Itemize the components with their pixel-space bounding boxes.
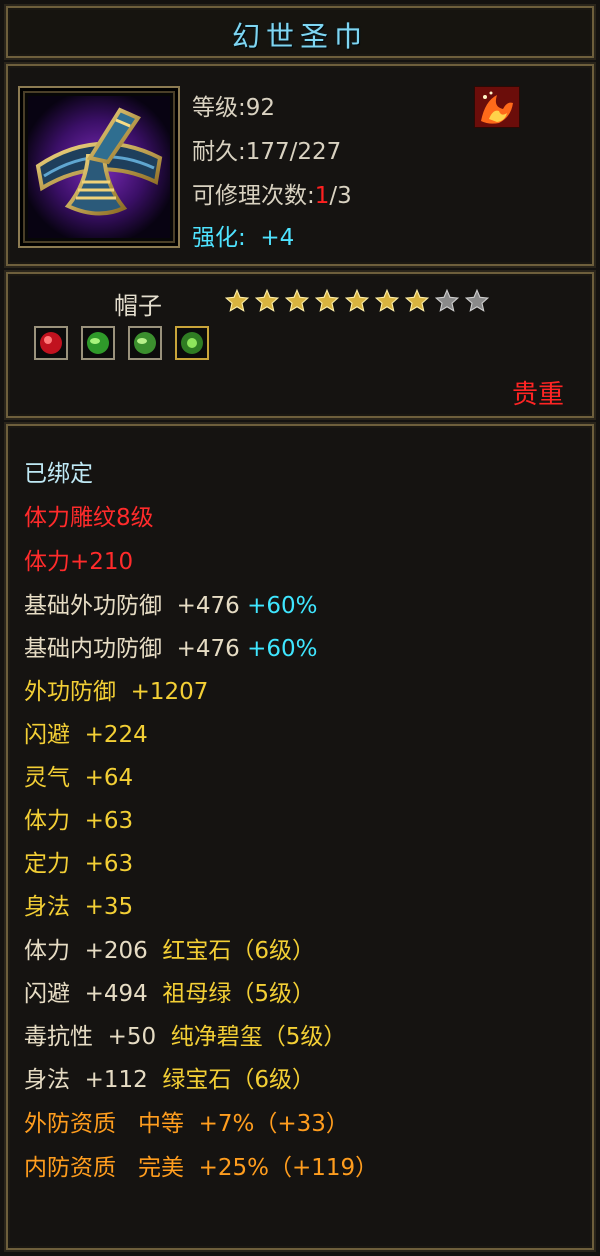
gem-slot-2[interactable]	[81, 326, 116, 360]
star-filled-icon	[254, 288, 280, 312]
attr-line: 灵气 +64	[24, 765, 134, 791]
enhance-label: 强化:	[192, 225, 246, 251]
engraving-line: 体力雕纹8级	[24, 505, 154, 531]
star-empty-icon	[434, 288, 460, 312]
repair-total: /3	[329, 183, 352, 209]
gem-slot-1[interactable]	[34, 326, 68, 360]
info-panel: 等级:92 耐久:177/227 可修理次数:1/3 强化: +4	[6, 64, 594, 266]
item-tooltip: 幻世圣巾 等级:92 耐久:177/227 可修理次数:1/3 强化: +4 帽…	[0, 0, 600, 1256]
star-filled-icon	[314, 288, 340, 312]
enhance-value: +4	[260, 225, 295, 251]
durability-label: 耐久	[192, 139, 238, 165]
gem-attr-line: 身法 +112 绿宝石（6级）	[24, 1067, 316, 1093]
gem-slot-4[interactable]	[175, 326, 210, 360]
green-gem-icon	[87, 332, 110, 354]
fire-buff-icon[interactable]	[474, 86, 520, 128]
durability-value: 177/227	[245, 139, 342, 165]
level-label: 等级	[192, 95, 238, 121]
attr-line: 定力 +63	[24, 851, 134, 877]
star-filled-icon	[224, 288, 250, 312]
item-icon-frame[interactable]	[18, 86, 180, 248]
gem-slots	[34, 326, 217, 364]
star-filled-icon	[344, 288, 370, 312]
repair-used: 1	[314, 183, 330, 209]
rarity-label: 贵重	[511, 380, 564, 410]
attr-line: 闪避 +224	[24, 722, 148, 748]
enhance-stat: 强化: +4	[192, 218, 294, 252]
bound-status: 已绑定	[24, 461, 93, 487]
flame-icon	[481, 91, 513, 124]
attr-line: 基础内功防御 +476 +60%	[24, 636, 318, 662]
green-gem-icon	[134, 332, 157, 354]
star-filled-icon	[284, 288, 310, 312]
attr-line: 基础外功防御 +476 +60%	[24, 593, 318, 619]
attr-line: 身法 +35	[24, 894, 134, 920]
attr-line: 外功防御 +1207	[24, 679, 209, 705]
attr-line: 体力 +63	[24, 808, 134, 834]
gem-attr-line: 体力 +206 红宝石（6级）	[24, 938, 316, 964]
attributes-panel: 已绑定 体力雕纹8级 体力+210 基础外功防御 +476 +60% 基础内功防…	[6, 424, 594, 1250]
level-stat: 等级:92	[192, 95, 276, 121]
item-title: 幻世圣巾	[231, 20, 368, 53]
durability-stat: 耐久:177/227	[192, 139, 342, 165]
green-gem-icon	[181, 332, 204, 354]
star-rating	[222, 288, 492, 318]
gem-slot-3[interactable]	[128, 326, 163, 360]
level-value: 92	[245, 95, 276, 121]
title-panel: 幻世圣巾	[6, 6, 594, 58]
item-type-name: 帽子	[114, 292, 162, 320]
star-filled-icon	[374, 288, 400, 312]
star-empty-icon	[464, 288, 490, 312]
red-gem-icon	[40, 332, 62, 354]
headband-icon	[28, 96, 170, 238]
repair-stat: 可修理次数:1/3	[192, 183, 352, 209]
engraving-bonus-line: 体力+210	[24, 549, 134, 575]
star-filled-icon	[404, 288, 430, 312]
quality-line: 外防资质 中等 +7%（+33）	[24, 1111, 349, 1137]
quality-line: 内防资质 完美 +25%（+119）	[24, 1155, 379, 1181]
name-panel: 帽子 贵重	[6, 272, 594, 418]
gem-attr-line: 闪避 +494 祖母绿（5级）	[24, 981, 316, 1007]
gem-attr-line: 毒抗性 +50 纯净碧玺（5级）	[24, 1024, 347, 1050]
repair-label: 可修理次数	[192, 183, 307, 209]
